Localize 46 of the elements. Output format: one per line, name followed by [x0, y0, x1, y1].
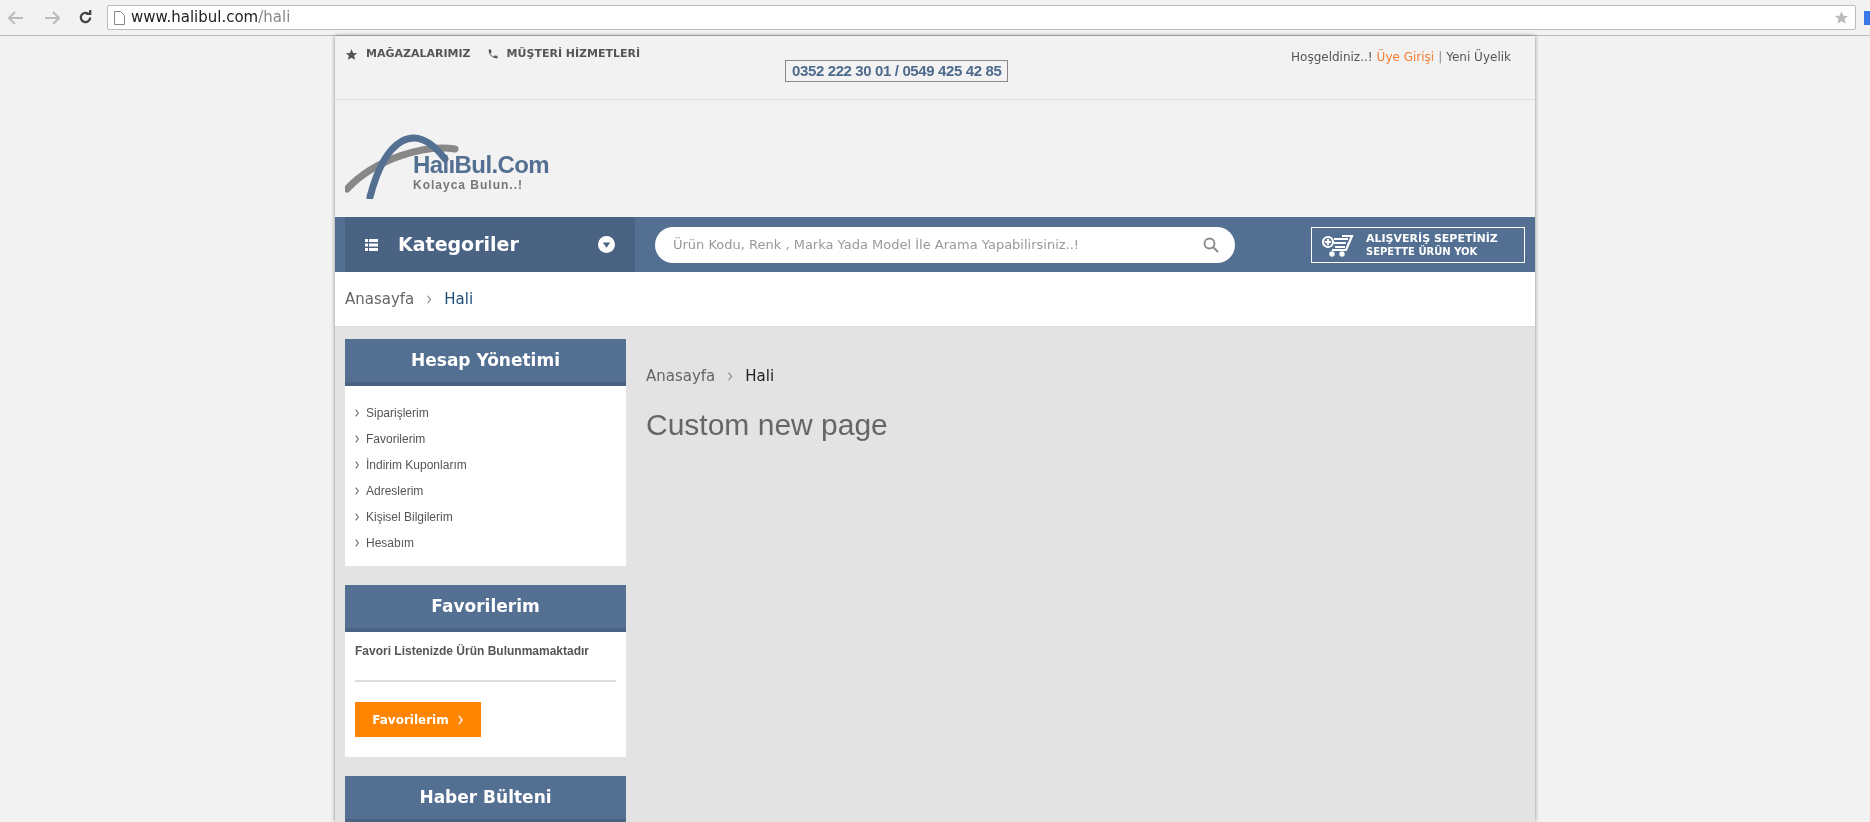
breadcrumb-link[interactable]: Hali	[444, 287, 474, 311]
welcome-text: Hoşgeldiniz..!	[1291, 49, 1373, 66]
account-menu-link[interactable]: Favorilerim	[354, 426, 617, 452]
cart-icon	[1322, 232, 1354, 257]
account-menu-link[interactable]: İndirim Kuponlarım	[354, 452, 617, 478]
register-link[interactable]: Yeni Üyelik	[1446, 48, 1511, 66]
breadcrumb-link[interactable]: Anasayfa	[345, 287, 415, 311]
chevron-icon	[354, 461, 360, 469]
page-title: Custom new page	[646, 406, 888, 443]
url-text: www.halibul.com/hali	[131, 7, 291, 29]
panel-header: Haber Bülteni	[345, 776, 626, 822]
chevron-icon	[354, 435, 360, 443]
logo-tagline: Kolayca Bulun..!	[413, 178, 524, 191]
page-icon	[114, 10, 125, 25]
empty-favorites-message: Favori Listenizde Ürün Bulunmamaktadır	[355, 643, 591, 660]
star-icon	[345, 47, 358, 61]
list-icon	[365, 238, 378, 251]
separator-text: |	[1438, 49, 1443, 66]
breadcrumb-link[interactable]: Hali	[745, 365, 775, 388]
chevron-icon	[354, 513, 360, 521]
search-icon[interactable]	[1203, 236, 1219, 253]
account-menu-link[interactable]: Siparişlerim	[354, 400, 617, 426]
account-menu-link[interactable]: Hesabım	[354, 530, 617, 556]
account-menu-link[interactable]: Adreslerim	[354, 478, 617, 504]
top-link[interactable]: MAĞAZALARIMIZ	[345, 46, 471, 63]
phone-icon	[486, 48, 499, 61]
search-field[interactable]: Ürün Kodu, Renk , Marka Yada Model İle Arama Yapabilirsiniz..!	[655, 226, 1235, 263]
phone-number: 0352 222 30 01 / 0549 425 42 85	[785, 60, 1009, 82]
panel-header: Favorilerim	[345, 585, 626, 632]
account-menu-link[interactable]: Kişisel Bilgilerim	[354, 504, 617, 530]
breadcrumb-link[interactable]: Anasayfa	[646, 365, 716, 388]
star-icon[interactable]	[1834, 10, 1849, 25]
categories-menu[interactable]: Kategoriler	[345, 217, 635, 272]
chevron-icon	[727, 371, 734, 381]
chevron-icon	[354, 487, 360, 495]
address-bar[interactable]: www.halibul.com/hali	[107, 5, 1856, 30]
logo-name: HalıBul.Com	[413, 152, 550, 177]
top-link[interactable]: MÜŞTERİ HİZMETLERİ	[486, 46, 641, 63]
reload-icon[interactable]	[78, 10, 93, 25]
chevron-icon	[426, 294, 433, 304]
dropdown-icon	[598, 236, 615, 253]
chevron-icon	[354, 539, 360, 547]
chevron-icon	[456, 714, 464, 725]
cart-button[interactable]: ALIŞVERİŞ SEPETİNİZ SEPETTE ÜRÜN YOK	[1311, 226, 1525, 263]
chevron-icon	[354, 409, 360, 417]
panel-header: Hesap Yönetimi	[345, 339, 626, 386]
